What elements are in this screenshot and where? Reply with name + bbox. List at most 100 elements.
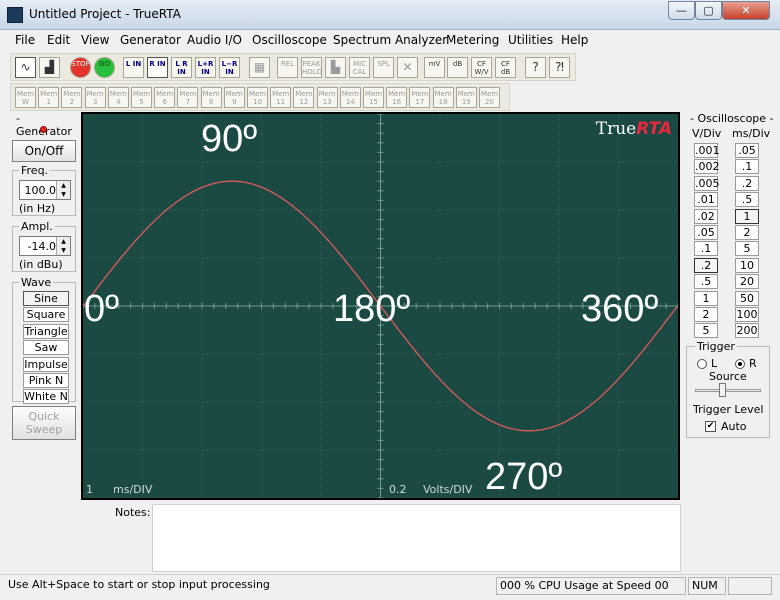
- memory-9-button[interactable]: Mem 9: [223, 87, 245, 108]
- vdiv-button[interactable]: .001: [694, 143, 720, 158]
- stop-button[interactable]: STOP: [70, 57, 91, 78]
- memory-14-button[interactable]: Mem 14: [339, 87, 361, 108]
- cf-wv-button[interactable]: CF W/V: [471, 57, 492, 78]
- help-button[interactable]: ?: [525, 57, 546, 78]
- ampl-stepper[interactable]: -14.0 ▲ ▼: [19, 236, 71, 256]
- vdiv-button[interactable]: .02: [694, 208, 718, 224]
- vdiv-button[interactable]: 1: [694, 290, 718, 306]
- auto-checkbox[interactable]: ✔: [705, 421, 716, 432]
- source-r-radio[interactable]: [735, 359, 745, 369]
- memory-17-button[interactable]: Mem 17: [409, 87, 431, 108]
- minimize-button[interactable]: —: [668, 1, 695, 20]
- memory-w-button[interactable]: Mem W: [15, 87, 36, 108]
- millivolts-button[interactable]: mV: [424, 57, 445, 78]
- msdiv-button[interactable]: .5: [735, 192, 759, 208]
- menu-edit[interactable]: Edit: [47, 33, 70, 47]
- msdiv-button[interactable]: 20: [735, 274, 759, 290]
- notes-input[interactable]: [152, 504, 681, 572]
- relative-button[interactable]: REL: [277, 57, 298, 78]
- mic-cal-button[interactable]: MIC CAL: [349, 57, 370, 78]
- bars-button[interactable]: ▙: [325, 57, 346, 78]
- msdiv-button[interactable]: .1: [735, 159, 759, 175]
- peak-hold-button[interactable]: PEAK HOLD: [301, 57, 322, 78]
- memory-4-button[interactable]: Mem 4: [107, 87, 129, 108]
- go-button[interactable]: GO: [94, 57, 115, 78]
- memory-12-button[interactable]: Mem 12: [293, 87, 315, 108]
- msdiv-button[interactable]: .2: [735, 175, 759, 191]
- memory-7-button[interactable]: Mem 7: [177, 87, 199, 108]
- quick-sweep-button[interactable]: Quick Sweep: [12, 406, 76, 440]
- spl-button[interactable]: SPL: [373, 57, 394, 78]
- msdiv-button[interactable]: .05: [735, 143, 759, 158]
- msdiv-button[interactable]: 100: [735, 307, 759, 322]
- left-input-button[interactable]: L IN: [123, 57, 144, 78]
- memory-15-button[interactable]: Mem 15: [363, 87, 384, 108]
- menu-file[interactable]: File: [15, 33, 35, 47]
- menu-help[interactable]: Help: [561, 33, 588, 47]
- memory-5-button[interactable]: Mem 5: [131, 87, 152, 108]
- menu-generator[interactable]: Generator: [120, 33, 181, 47]
- memory-6-button[interactable]: Mem 6: [154, 87, 176, 108]
- msdiv-button[interactable]: 10: [735, 257, 759, 273]
- memory-13-button[interactable]: Mem 13: [316, 87, 338, 108]
- freq-down-icon[interactable]: ▼: [57, 190, 70, 199]
- memory-8-button[interactable]: Mem 8: [200, 87, 222, 108]
- trigger-level-thumb[interactable]: [719, 383, 726, 397]
- vdiv-button[interactable]: .002: [694, 159, 720, 175]
- vdiv-button[interactable]: .005: [694, 175, 720, 191]
- wave-sine-button[interactable]: Sine: [23, 291, 69, 306]
- memory-11-button[interactable]: Mem 11: [270, 87, 292, 108]
- msdiv-button[interactable]: 50: [735, 290, 759, 306]
- menu-metering[interactable]: Metering: [446, 33, 499, 47]
- grid-button[interactable]: ▦: [249, 57, 270, 78]
- vdiv-button[interactable]: 5: [694, 323, 718, 339]
- wave-pink-n-button[interactable]: Pink N: [23, 373, 69, 388]
- scope-mode-button[interactable]: ∿: [15, 57, 36, 78]
- source-l-radio[interactable]: [697, 359, 707, 369]
- wave-white-n-button[interactable]: White N: [23, 389, 69, 405]
- generator-onoff-button[interactable]: On/Off: [12, 140, 76, 162]
- wave-impulse-button[interactable]: Impulse: [23, 356, 69, 372]
- vdiv-button[interactable]: 2: [694, 307, 718, 322]
- msdiv-button[interactable]: 1: [735, 208, 759, 224]
- memory-10-button[interactable]: Mem 10: [247, 87, 268, 108]
- lminusr-input-button[interactable]: L−R IN: [219, 57, 240, 78]
- right-input-button[interactable]: R IN: [147, 57, 168, 78]
- menu-spectrum-analyzer[interactable]: Spectrum Analyzer: [333, 33, 447, 47]
- vdiv-button[interactable]: .2: [694, 257, 718, 273]
- memory-20-button[interactable]: Mem 20: [479, 87, 500, 108]
- clear-button[interactable]: ✕: [397, 57, 418, 78]
- lplusr-input-button[interactable]: L+R IN: [195, 57, 216, 78]
- freq-up-icon[interactable]: ▲: [57, 181, 70, 190]
- context-help-button[interactable]: ⁈: [549, 57, 570, 78]
- menu-view[interactable]: View: [81, 33, 109, 47]
- memory-18-button[interactable]: Mem 18: [432, 87, 454, 108]
- ampl-down-icon[interactable]: ▼: [57, 246, 70, 255]
- trigger-level-slider[interactable]: [695, 389, 761, 392]
- memory-16-button[interactable]: Mem 16: [386, 87, 408, 108]
- close-button[interactable]: ✕: [722, 1, 770, 20]
- vdiv-button[interactable]: .01: [694, 192, 718, 208]
- memory-19-button[interactable]: Mem 19: [455, 87, 477, 108]
- menu-oscilloscope[interactable]: Oscilloscope: [252, 33, 327, 47]
- msdiv-button[interactable]: 5: [735, 241, 759, 257]
- lr-input-button[interactable]: L R IN: [171, 57, 192, 78]
- cf-db-button[interactable]: CF dB: [495, 57, 516, 78]
- ampl-up-icon[interactable]: ▲: [57, 237, 70, 246]
- spectrum-mode-button[interactable]: ▟: [39, 57, 60, 78]
- menu-utilities[interactable]: Utilities: [508, 33, 553, 47]
- memory-1-button[interactable]: Mem 1: [38, 87, 60, 108]
- wave-square-button[interactable]: Square: [23, 307, 69, 323]
- wave-saw-button[interactable]: Saw: [23, 340, 69, 356]
- msdiv-button[interactable]: 200: [735, 323, 759, 339]
- maximize-button[interactable]: ▢: [695, 1, 722, 20]
- memory-3-button[interactable]: Mem 3: [84, 87, 106, 108]
- menu-audio-i-o[interactable]: Audio I/O: [187, 33, 242, 47]
- vdiv-button[interactable]: .5: [694, 274, 718, 290]
- vdiv-button[interactable]: .05: [694, 225, 718, 240]
- freq-stepper[interactable]: 100.0 ▲ ▼: [19, 180, 71, 200]
- msdiv-button[interactable]: 2: [735, 225, 759, 240]
- decibels-button[interactable]: dB: [447, 57, 468, 78]
- vdiv-button[interactable]: .1: [694, 241, 718, 257]
- wave-triangle-button[interactable]: Triangle: [23, 323, 69, 339]
